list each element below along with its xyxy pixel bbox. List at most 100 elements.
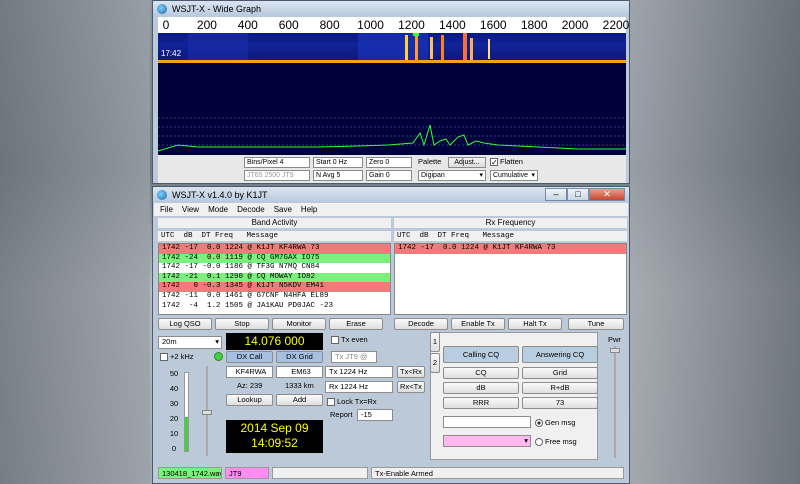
menu-item-save[interactable]: Save (274, 205, 292, 214)
enable-tx-button[interactable]: Enable Tx (451, 318, 505, 330)
list-item[interactable]: 1742 -4 1.2 1505 @ JA1KAU PD0JAC -23 (159, 301, 390, 312)
tx-jt9-field: Tx JT9 @ (331, 351, 377, 363)
n-avg-spinbox[interactable]: N Avg 5 (313, 170, 363, 181)
meter-tick-label: 0 (171, 444, 177, 453)
band-select[interactable]: 20m ▾ (158, 336, 222, 349)
axis-tick-label: 1200 (398, 18, 425, 32)
gain-spinbox[interactable]: Gain 0 (366, 170, 412, 181)
menu-item-file[interactable]: File (160, 205, 173, 214)
list-item[interactable]: 1742 0 -0.3 1345 @ K1JT N5KDV EM41 (159, 282, 390, 292)
frequency-axis: 0 200 400 600 800 1000 1200 1400 1600 1800 2000 220… (158, 17, 629, 33)
rx-frequency-header: UTC dB DT Freq Message (394, 231, 627, 242)
lock-tx-rx-checkbox[interactable]: Lock Tx=Rx (327, 396, 377, 407)
plus-2khz-checkbox[interactable]: +2 kHz (160, 351, 194, 362)
list-item[interactable]: 1742 -17 0.0 1224 @ K1JT KF4RWA 73 (395, 244, 626, 254)
list-item[interactable]: 1742 -17 -0.0 1186 @ TF3G N7MQ CN84 (159, 263, 390, 273)
list-item[interactable]: 1742 -17 0.0 1224 @ K1JT KF4RWA 73 (159, 244, 390, 254)
menu-bar: File View Mode Decode Save Help (154, 203, 628, 216)
grid-button[interactable]: Grid (522, 367, 598, 379)
close-icon[interactable]: ✕ (589, 188, 625, 201)
dx-grid-button[interactable]: DX Grid (276, 351, 323, 363)
wide-graph-titlebar[interactable]: WSJT-X - Wide Graph (153, 1, 629, 17)
cq-button[interactable]: CQ (443, 367, 519, 379)
gen-msg-radio[interactable]: Gen msg (535, 417, 575, 428)
waterfall-display[interactable]: 17:42 (158, 33, 626, 63)
dx-call-button[interactable]: DX Call (226, 351, 273, 363)
menu-item-decode[interactable]: Decode (237, 205, 265, 214)
axis-tick-label: 600 (278, 18, 299, 32)
list-item[interactable]: 1742 -11 0.0 1461 @ G7CNF N4HFA EL89 (159, 291, 390, 302)
73-button[interactable]: 73 (522, 397, 598, 409)
report-label: Report (330, 410, 353, 419)
spectrum-display[interactable] (158, 63, 626, 155)
start-spinbox[interactable]: Start 0 Hz (313, 157, 363, 168)
tab-1[interactable]: 1 (430, 332, 440, 352)
log-qso-button[interactable]: Log QSO (158, 318, 212, 330)
waterfall-traces (158, 33, 626, 63)
lookup-button[interactable]: Lookup (226, 394, 273, 406)
tab-2[interactable]: 2 (430, 353, 440, 373)
axis-tick-label: 2200 (602, 18, 630, 32)
app-icon (157, 190, 167, 200)
adjust-button[interactable]: Adjust... (448, 157, 486, 168)
spectrum-mode-select[interactable]: Cumulative ▾ (490, 170, 538, 181)
calling-cq-button[interactable]: Calling CQ (443, 346, 519, 363)
bins-pixel-spinbox[interactable]: Bins/Pixel 4 (244, 157, 310, 168)
axis-tick-label: 200 (196, 18, 217, 32)
palette-label: Palette (418, 157, 442, 166)
tx-from-rx-button[interactable]: Tx<Rx (397, 366, 425, 378)
signal-meter: 50 40 30 20 10 0 (160, 366, 190, 456)
report-spinbox[interactable]: -15 (357, 409, 393, 421)
status-empty (272, 467, 368, 479)
chevron-down-icon: ▾ (479, 172, 483, 179)
axis-tick-label: 0 (162, 18, 170, 32)
power-label: Pwr (608, 335, 621, 344)
zero-spinbox[interactable]: Zero 0 (366, 157, 412, 168)
rx-level-slider[interactable] (202, 366, 212, 456)
menu-item-view[interactable]: View (182, 205, 199, 214)
gen-msg-input[interactable] (443, 416, 531, 428)
window-controls: – □ ✕ (545, 188, 625, 201)
tx-freq-spinbox[interactable]: Tx 1224 Hz (325, 366, 393, 378)
maximize-icon[interactable]: □ (567, 188, 589, 201)
monitor-button[interactable]: Monitor (272, 318, 326, 330)
erase-button[interactable]: Erase (329, 318, 383, 330)
axis-tick-label: 400 (237, 18, 258, 32)
meter-tick-label: 40 (169, 384, 179, 393)
rx-freq-spinbox[interactable]: Rx 1224 Hz (325, 381, 393, 393)
dx-call-input[interactable]: KF4RWA (226, 366, 273, 378)
tune-button[interactable]: Tune (568, 318, 624, 330)
r-db-button[interactable]: R+dB (522, 382, 598, 394)
date-readout: 2014 Sep 09 (240, 421, 309, 435)
free-msg-input[interactable]: ▾ (443, 435, 531, 447)
rx-frequency-list[interactable]: 1742 -17 0.0 1224 @ K1JT KF4RWA 73 (394, 243, 627, 315)
stop-button[interactable]: Stop (215, 318, 269, 330)
dx-grid-input[interactable]: EM63 (276, 366, 323, 378)
minimize-icon[interactable]: – (545, 188, 567, 201)
db-button[interactable]: dB (443, 382, 519, 394)
menu-item-help[interactable]: Help (301, 205, 317, 214)
menu-item-mode[interactable]: Mode (208, 205, 228, 214)
decode-button[interactable]: Decode (394, 318, 448, 330)
rx-from-tx-button[interactable]: Rx<Tx (397, 381, 425, 393)
list-item[interactable]: 1742 -21 0.1 1290 @ CQ MOWAY IO82 (159, 272, 390, 283)
power-slider[interactable] (610, 346, 620, 458)
rx-frequency-title: Rx Frequency (394, 218, 627, 228)
answering-cq-button[interactable]: Answering CQ (522, 346, 598, 363)
axis-tick-label: 1800 (520, 18, 548, 32)
free-msg-radio[interactable]: Free msg (535, 436, 577, 447)
flatten-checkbox[interactable]: ✓ Flatten (490, 156, 523, 167)
status-mode: JT9 (225, 467, 269, 479)
main-titlebar[interactable]: WSJT-X v1.4.0 by K1JT – □ ✕ (153, 187, 629, 203)
halt-tx-button[interactable]: Halt Tx (508, 318, 562, 330)
tx-even-checkbox[interactable]: Tx even (331, 334, 368, 345)
list-item[interactable]: 1742 -24 0.0 1119 @ CQ GM7GAX IO75 (159, 253, 390, 264)
meter-tick-label: 20 (169, 414, 179, 423)
add-button[interactable]: Add (276, 394, 323, 406)
rrr-button[interactable]: RRR (443, 397, 519, 409)
time-readout: 14:09:52 (251, 436, 298, 450)
palette-select[interactable]: Digipan ▾ (418, 170, 486, 181)
wide-graph-title: WSJT-X - Wide Graph (172, 4, 262, 14)
meter-tick-label: 10 (169, 429, 179, 438)
band-activity-list[interactable]: 1742 -17 0.0 1224 @ K1JT KF4RWA 73 1742 -… (158, 243, 391, 315)
